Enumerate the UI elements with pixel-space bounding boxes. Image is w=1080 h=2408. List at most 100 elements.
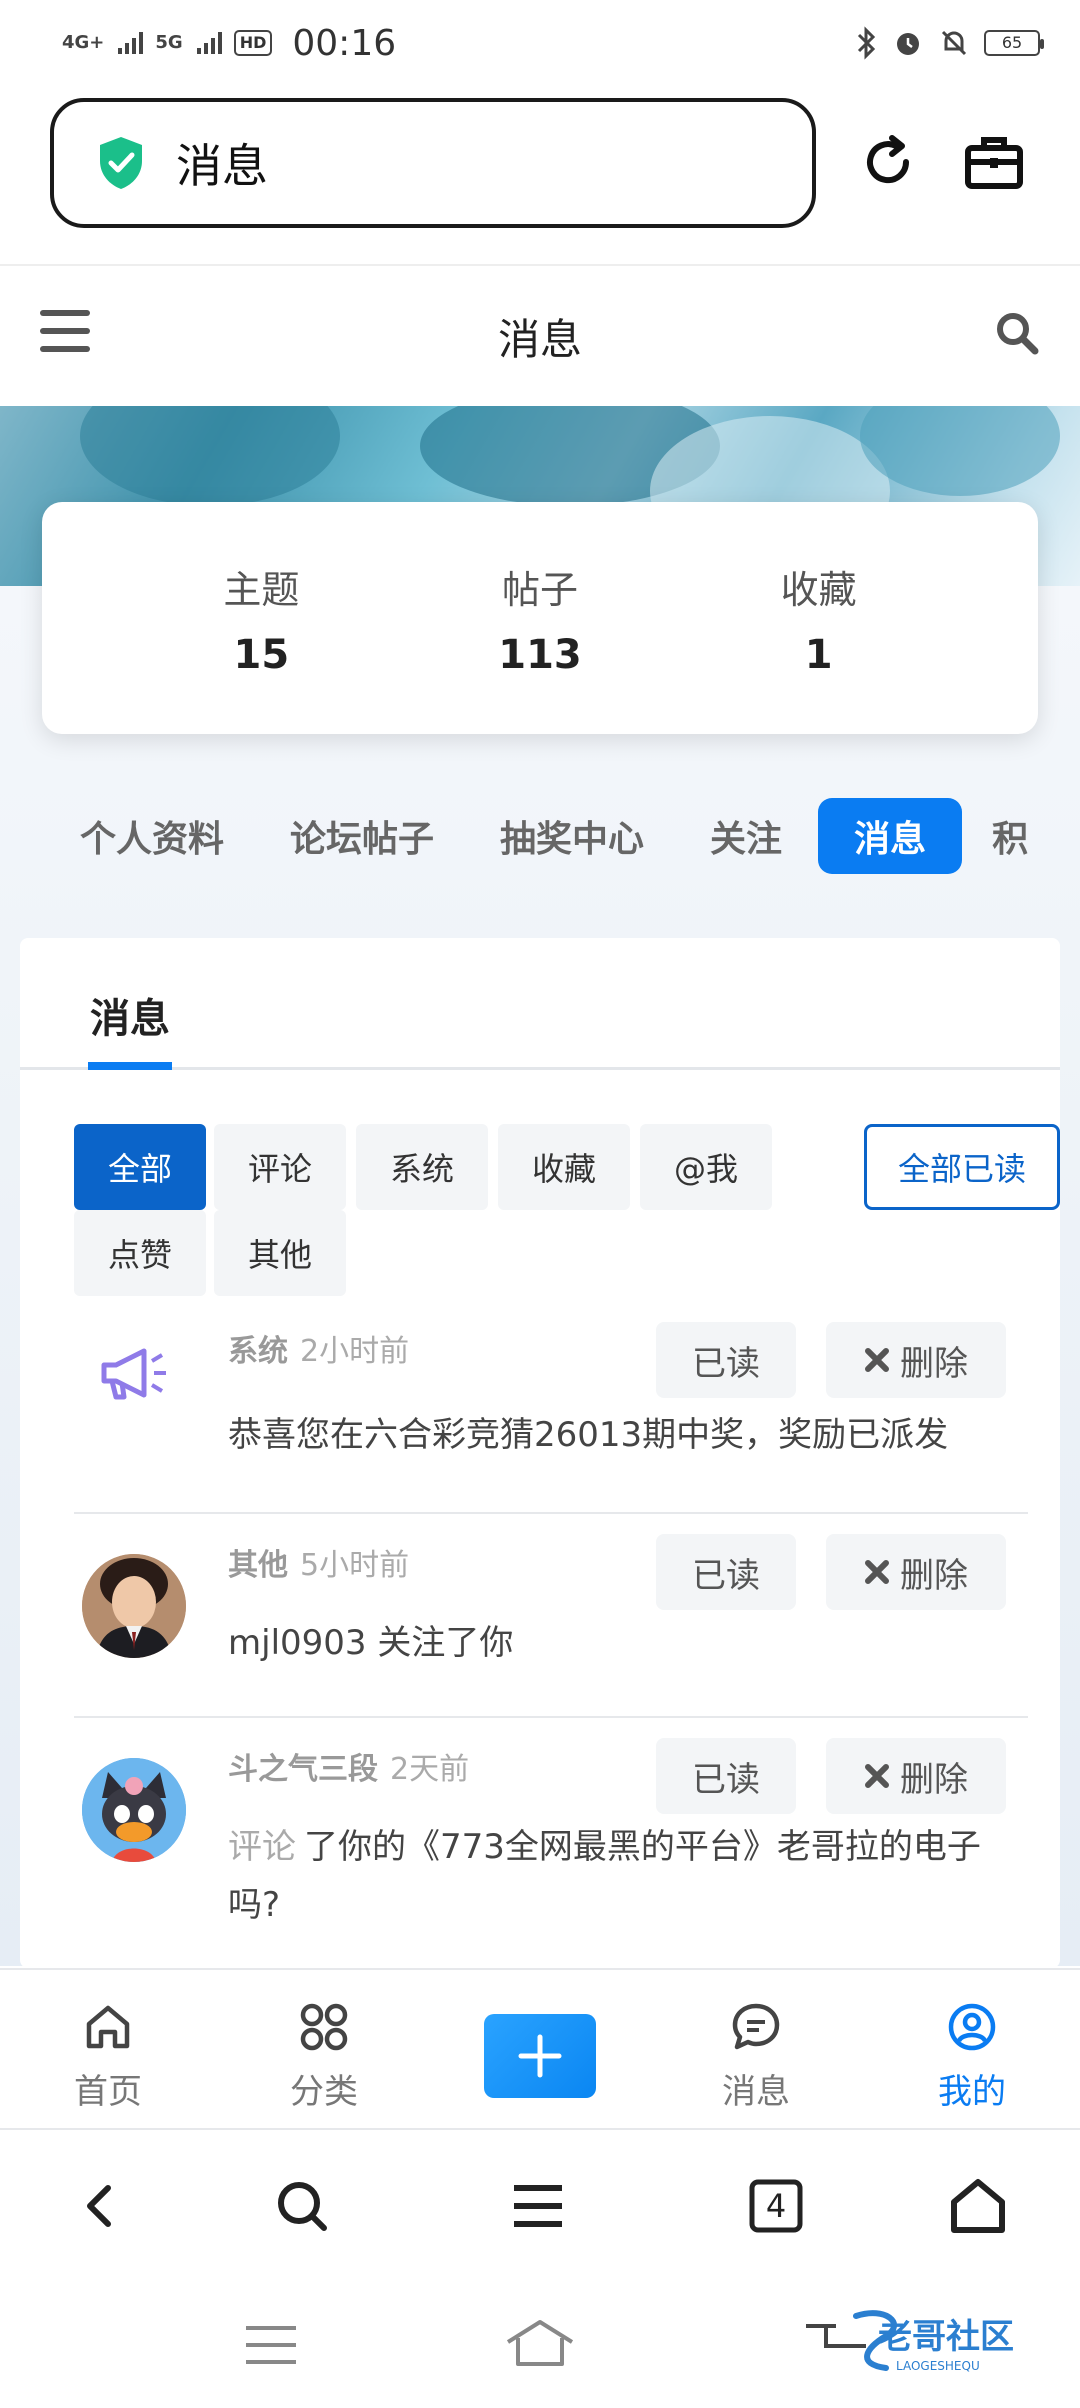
filter-mentions[interactable]: @我	[640, 1124, 772, 1210]
tab-active-indicator	[88, 1062, 172, 1070]
tab-label: 分类	[290, 2072, 358, 2112]
message-item[interactable]: 系统 2小时前 已读 删除 恭喜您在六合彩竞猜26013期中奖，奖励已派发	[74, 1308, 1028, 1514]
mark-read-button[interactable]: 已读	[656, 1534, 796, 1610]
dragon-logo-icon: 老哥社区 LAOGESHEQU	[806, 2310, 1014, 2373]
filter-all[interactable]: 全部	[74, 1124, 206, 1210]
back-button[interactable]	[64, 2170, 136, 2242]
watermark-logo: 老哥社区 LAOGESHEQU	[796, 2306, 1056, 2376]
profile-nav-messages[interactable]: 消息	[818, 798, 963, 874]
stat-value: 15	[233, 631, 290, 678]
tab-home[interactable]: 首页	[48, 2000, 168, 2113]
message-item[interactable]: 斗之气三段 2天前 已读 删除 评论 了你的《773全网最黑的平台》老哥拉的电子吗?	[74, 1718, 1028, 1976]
browser-toolbar: 消息	[0, 86, 1080, 266]
shield-check-icon	[100, 137, 142, 189]
filter-likes[interactable]: 点赞	[74, 1210, 206, 1296]
home-button[interactable]	[942, 2170, 1014, 2242]
search-button[interactable]	[994, 310, 1040, 360]
signal-icon	[118, 32, 144, 54]
message-item[interactable]: 其他 5小时前 已读 删除 mjl0903 关注了你	[74, 1514, 1028, 1718]
avatar	[82, 1758, 186, 1862]
mark-read-button[interactable]: 已读	[656, 1322, 796, 1398]
profile-nav-follow[interactable]: 关注	[710, 810, 782, 862]
alarm-icon	[897, 33, 919, 55]
stat-favorites[interactable]: 收藏 1	[719, 559, 919, 678]
menu-button[interactable]	[40, 310, 90, 354]
system-navigation-bar: 老哥社区 LAOGESHEQU	[0, 2282, 1080, 2408]
back-arrow-icon	[87, 2185, 111, 2227]
tab-messages[interactable]: 消息	[696, 2000, 816, 2113]
megaphone-icon	[101, 1348, 166, 1400]
new-post-button[interactable]	[484, 2014, 596, 2098]
message-time: 2小时前	[300, 1334, 410, 1369]
stat-label: 收藏	[780, 567, 857, 612]
status-time: 00:16	[292, 22, 397, 64]
toolbox-button[interactable]	[958, 126, 1030, 198]
message-meta: 其他 5小时前	[228, 1540, 409, 1584]
delete-label: 删除	[900, 1759, 968, 1800]
reload-icon	[867, 135, 910, 184]
system-avatar	[82, 1322, 186, 1426]
filter-system[interactable]: 系统	[356, 1124, 488, 1210]
messages-panel: 消息 全部 评论 系统 收藏 @我 全部已读 点赞 其他 系统 2小时前 已读	[20, 938, 1060, 1976]
system-home-icon[interactable]	[504, 2318, 576, 2368]
message-text: 恭喜您在六合彩竞猜26013期中奖，奖励已派发	[228, 1415, 949, 1455]
tab-category[interactable]: 分类	[264, 2000, 384, 2113]
site-header: 消息	[0, 266, 1080, 406]
watermark-sub: LAOGESHEQU	[896, 2359, 980, 2373]
profile-stats-card: 主题 15 帖子 113 收藏 1	[42, 502, 1038, 734]
mute-bell-icon	[941, 30, 967, 56]
browser-bottom-nav: 4	[0, 2130, 1080, 2282]
filter-comments[interactable]: 评论	[214, 1124, 346, 1210]
tab-messages[interactable]: 消息	[90, 986, 170, 1044]
message-meta: 斗之气三段 2天前	[228, 1744, 469, 1788]
close-icon	[865, 1764, 889, 1788]
home-icon	[86, 2005, 130, 2049]
delete-button[interactable]: 删除	[826, 1322, 1006, 1398]
search-button[interactable]	[266, 2170, 338, 2242]
stat-label: 帖子	[501, 567, 578, 612]
toolbox-icon	[965, 137, 1023, 189]
network-indicator-1: 4G+	[62, 32, 105, 53]
watermark-text: 老哥社区	[878, 2317, 1014, 2357]
network-indicator-2: 5G	[155, 32, 183, 53]
avatar	[82, 1554, 186, 1658]
tabs-button[interactable]: 4	[740, 2170, 812, 2242]
tab-label: 首页	[74, 2072, 142, 2112]
message-category: 其他	[228, 1548, 288, 1583]
filter-favorites[interactable]: 收藏	[498, 1124, 630, 1210]
user-photo	[82, 1554, 186, 1658]
page-title: 消息	[497, 314, 582, 364]
stat-value: 1	[804, 631, 833, 678]
message-body[interactable]: 了你的《773全网最黑的平台》老哥拉的电子吗?	[228, 1827, 981, 1925]
stat-label: 主题	[223, 567, 300, 612]
profile-nav-lottery[interactable]: 抽奖中心	[500, 810, 644, 862]
delete-button[interactable]: 删除	[826, 1534, 1006, 1610]
close-icon	[865, 1560, 889, 1584]
profile-nav-posts[interactable]: 论坛帖子	[290, 810, 434, 862]
filter-other[interactable]: 其他	[214, 1210, 346, 1296]
mark-read-button[interactable]: 已读	[656, 1738, 796, 1814]
plus-icon	[518, 2034, 562, 2078]
message-time: 2天前	[390, 1752, 470, 1787]
search-icon	[278, 2182, 327, 2231]
address-bar-title: 消息	[176, 139, 268, 193]
signal-icon-2	[196, 32, 222, 54]
stat-topics[interactable]: 主题 15	[161, 559, 361, 678]
message-category: 斗之气三段	[228, 1752, 378, 1787]
grid-icon	[300, 2003, 348, 2051]
tabs-count: 4	[765, 2187, 787, 2225]
mark-all-read-button[interactable]: 全部已读	[864, 1124, 1060, 1210]
tab-label: 消息	[722, 2072, 790, 2112]
profile-nav-profile[interactable]: 个人资料	[80, 810, 224, 862]
delete-button[interactable]: 删除	[826, 1738, 1006, 1814]
stat-value: 113	[498, 631, 582, 678]
tab-mine[interactable]: 我的	[912, 2000, 1032, 2113]
reload-button[interactable]	[852, 126, 924, 198]
recent-apps-icon[interactable]	[244, 2322, 298, 2368]
panel-tabbar: 消息	[20, 938, 1060, 1070]
profile-nav-points[interactable]: 积	[992, 810, 1028, 862]
search-icon	[997, 313, 1039, 355]
menu-button[interactable]	[502, 2170, 574, 2242]
address-bar[interactable]: 消息	[50, 98, 816, 228]
stat-posts[interactable]: 帖子 113	[440, 559, 640, 678]
